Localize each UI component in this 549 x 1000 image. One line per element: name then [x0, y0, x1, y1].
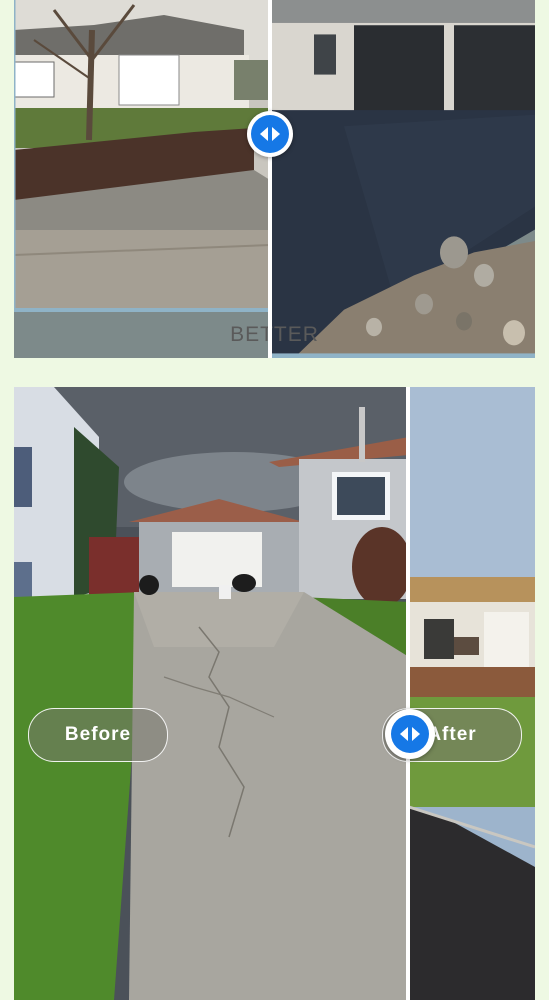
slider-handle[interactable] — [385, 709, 435, 759]
comparison-caption: BETTER — [230, 323, 319, 346]
bottom-comparison-slider[interactable]: Before After — [14, 387, 535, 1000]
before-photo-region — [14, 0, 270, 358]
top-comparison-slider[interactable]: BETTER — [14, 0, 535, 358]
slider-divider-line[interactable] — [406, 387, 410, 1000]
left-right-arrows-icon — [391, 715, 429, 753]
slider-handle[interactable] — [247, 111, 293, 157]
left-right-arrows-icon — [251, 115, 289, 153]
before-photo-cracked-concrete — [14, 387, 407, 1000]
before-photo-house-yard — [14, 0, 270, 312]
before-label-pill: Before — [28, 708, 168, 762]
before-photo-region — [14, 387, 407, 1000]
slider-divider-line[interactable] — [268, 0, 272, 358]
